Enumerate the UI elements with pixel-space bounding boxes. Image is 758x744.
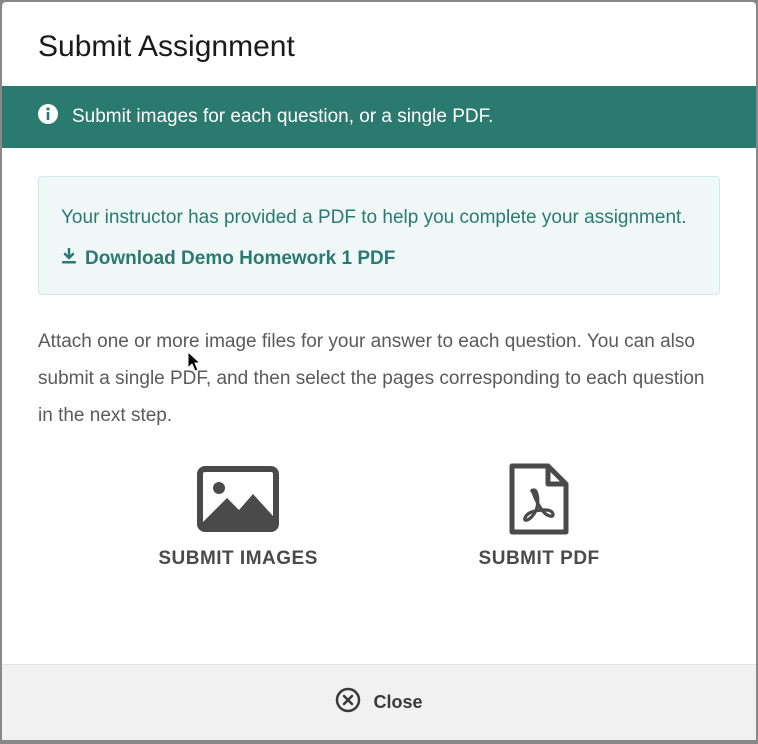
submit-images-label: SUBMIT IMAGES bbox=[158, 548, 318, 570]
modal-footer: Close bbox=[2, 664, 756, 740]
info-banner-text: Submit images for each question, or a si… bbox=[72, 106, 493, 128]
download-link-label: Download Demo Homework 1 PDF bbox=[85, 248, 395, 270]
modal-body: Your instructor has provided a PDF to he… bbox=[2, 148, 756, 664]
submit-assignment-modal: Submit Assignment Submit images for each… bbox=[2, 2, 756, 740]
modal-title: Submit Assignment bbox=[38, 30, 720, 64]
info-icon bbox=[38, 104, 58, 130]
submit-options: SUBMIT IMAGES SUBMIT PDF bbox=[38, 464, 720, 570]
submit-pdf-button[interactable]: SUBMIT PDF bbox=[479, 464, 600, 570]
help-box: Your instructor has provided a PDF to he… bbox=[38, 176, 720, 295]
instructions-text: Attach one or more image files for your … bbox=[38, 323, 720, 434]
download-icon bbox=[61, 248, 77, 270]
close-icon bbox=[335, 687, 361, 718]
image-icon bbox=[197, 464, 279, 534]
submit-pdf-label: SUBMIT PDF bbox=[479, 548, 600, 570]
close-label: Close bbox=[373, 692, 422, 713]
info-banner: Submit images for each question, or a si… bbox=[2, 86, 756, 148]
close-button[interactable]: Close bbox=[335, 687, 422, 718]
submit-images-button[interactable]: SUBMIT IMAGES bbox=[158, 464, 318, 570]
pdf-icon bbox=[508, 464, 570, 534]
help-text: Your instructor has provided a PDF to he… bbox=[61, 201, 697, 234]
download-pdf-link[interactable]: Download Demo Homework 1 PDF bbox=[61, 248, 395, 270]
modal-header: Submit Assignment bbox=[2, 2, 756, 86]
